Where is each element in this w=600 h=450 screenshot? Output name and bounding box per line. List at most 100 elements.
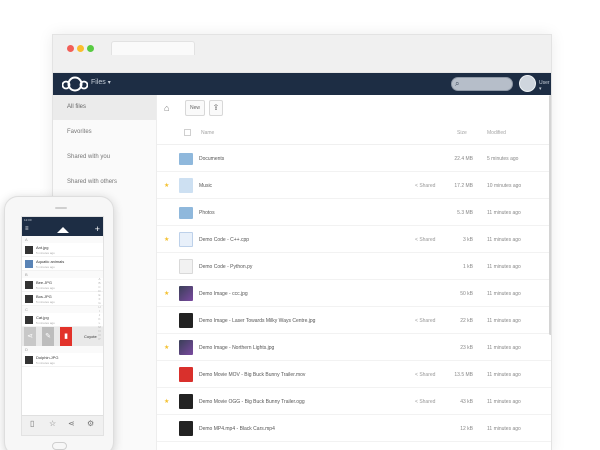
select-all-checkbox[interactable] <box>184 129 191 136</box>
section-header: B <box>22 271 103 278</box>
favorites-icon[interactable]: ☆ <box>49 419 56 428</box>
file-thumbnail <box>25 316 33 324</box>
search-input[interactable]: ⌕ <box>451 77 513 91</box>
file-modified: 5 minutes ago <box>487 156 519 162</box>
add-icon[interactable]: + <box>95 224 100 234</box>
column-header-modified[interactable]: Modified <box>487 130 506 136</box>
browser-tab[interactable] <box>111 41 195 55</box>
table-row[interactable]: Demo Movie MOV - Big Buck Bunny Trailer.… <box>157 361 551 388</box>
settings-icon[interactable]: ⚙ <box>87 419 94 428</box>
table-row[interactable]: Demo Code - Python.py 1 kB 11 minutes ago <box>157 253 551 280</box>
file-name[interactable]: Demo MP4.mp4 - Black Cars.mp4 <box>199 426 399 432</box>
rename-action-button[interactable]: ✎ <box>42 327 54 346</box>
file-subtitle: 5 minutes ago <box>36 361 55 365</box>
list-item[interactable]: Cat.jpg 5 minutes ago <box>22 313 103 327</box>
file-list-panel: ⌂ New ⇪ Name Size Modified Documents 22.4… <box>157 95 551 450</box>
swipe-actions: ⋖ ✎ ▮ Coyote <box>22 327 103 346</box>
share-action[interactable]: < Shared <box>415 399 435 405</box>
table-row[interactable]: Demo MP4.mp4 - Black Cars.mp4 12 kB 11 min… <box>157 415 551 442</box>
section-header: D <box>22 346 103 353</box>
table-row[interactable]: Documents 22.4 MB 5 minutes ago <box>157 145 551 172</box>
sidebar-item-shared-with-others[interactable]: Shared with others <box>53 170 156 195</box>
file-thumbnail <box>179 178 193 193</box>
phone-app-header: ≡ + <box>22 223 103 236</box>
sidebar-item-shared-with-you[interactable]: Shared with you <box>53 145 156 170</box>
app-logo-icon[interactable] <box>62 75 88 93</box>
app-menu[interactable]: Files ▾ <box>91 79 111 86</box>
menu-icon[interactable]: ≡ <box>25 226 29 232</box>
share-icon: < <box>415 399 418 405</box>
table-row[interactable]: ★ Demo Image - ccc.jpg 50 kB 11 minutes ago <box>157 280 551 307</box>
file-name[interactable]: Demo Code - Python.py <box>199 264 399 270</box>
new-button[interactable]: New <box>185 100 205 116</box>
phone-home-button[interactable] <box>52 442 67 450</box>
table-header: Name Size Modified <box>157 122 551 145</box>
column-header-size[interactable]: Size <box>457 130 467 136</box>
file-name[interactable]: Demo Image - Laser Towards Milky Ways Ce… <box>199 318 399 324</box>
file-name[interactable]: Demo Movie OGG - Big Buck Bunny Trailer.… <box>199 399 399 405</box>
share-icon: < <box>415 183 418 189</box>
file-thumbnail <box>179 313 193 328</box>
rename-icon: ✎ <box>45 333 51 340</box>
file-name[interactable]: Demo Code - C++.cpp <box>199 237 399 243</box>
star-icon[interactable]: ★ <box>164 290 169 297</box>
share-label: Shared <box>419 183 436 189</box>
share-icon: < <box>415 237 418 243</box>
list-item[interactable]: Bos.JPG 5 minutes ago <box>22 292 103 306</box>
file-size: 5.3 MB <box>457 210 473 216</box>
table-row[interactable]: ★ Demo Code - C++.cpp < Shared 3 kB 11 minut… <box>157 226 551 253</box>
minimize-window-dot[interactable] <box>77 45 84 52</box>
share-action[interactable]: < Shared <box>415 372 435 378</box>
phone-logo-icon <box>57 227 69 233</box>
file-thumbnail <box>25 295 33 303</box>
file-size: 23 kB <box>460 345 473 351</box>
file-modified: 11 minutes ago <box>487 345 521 351</box>
share-action[interactable]: < Shared <box>415 318 435 324</box>
upload-button[interactable]: ⇪ <box>209 100 223 116</box>
table-row[interactable]: ★ Demo Movie OGG - Big Buck Bunny Trailer… <box>157 388 551 415</box>
alphabet-index[interactable]: ABCDEFGHIJKLMNOP <box>98 277 101 357</box>
user-menu[interactable]: User ▾ <box>539 80 551 92</box>
close-window-dot[interactable] <box>67 45 74 52</box>
table-row[interactable]: ★ Demo Image - Northern Lights.jpg 23 kB 11… <box>157 334 551 361</box>
browser-window: Files ▾ ⌕ User ▾ All files Favorites Shar… <box>52 34 552 450</box>
scrollbar[interactable] <box>549 95 551 335</box>
table-row[interactable]: Demo Image - Laser Towards Milky Ways Ce… <box>157 307 551 334</box>
share-action-button[interactable]: ⋖ <box>24 327 36 346</box>
maximize-window-dot[interactable] <box>87 45 94 52</box>
file-name[interactable]: Demo Image - ccc.jpg <box>199 291 399 297</box>
share-action[interactable]: < Shared <box>415 183 435 189</box>
upload-icon: ⇪ <box>212 103 220 112</box>
file-name[interactable]: Photos <box>199 210 399 216</box>
section-header: A <box>22 236 103 243</box>
delete-action-button[interactable]: ▮ <box>60 327 72 346</box>
phone-bottom-nav: ▯ ☆ ⋖ ⚙ <box>22 415 103 435</box>
column-header-name[interactable]: Name <box>201 130 214 136</box>
sidebar-item-favorites[interactable]: Favorites <box>53 120 156 145</box>
file-subtitle: 5 minutes ago <box>36 300 55 304</box>
table-row[interactable]: ★ Music < Shared 17.2 MB 10 minutes ago <box>157 172 551 199</box>
file-name[interactable]: Documents <box>199 156 399 162</box>
home-icon[interactable]: ⌂ <box>164 103 169 113</box>
share-action[interactable]: < Shared <box>415 237 435 243</box>
star-icon[interactable]: ★ <box>164 398 169 405</box>
files-icon[interactable]: ▯ <box>30 419 34 428</box>
file-name[interactable]: Demo Movie MOV - Big Buck Bunny Trailer.… <box>199 372 399 378</box>
phone-time: 12:00 <box>24 218 32 222</box>
list-item[interactable]: Dolphin.JPG 5 minutes ago <box>22 353 103 367</box>
list-item[interactable]: Aquatic animals 5 minutes ago <box>22 257 103 271</box>
file-thumbnail <box>179 394 193 409</box>
avatar[interactable] <box>519 75 536 92</box>
star-icon[interactable]: ★ <box>164 182 169 189</box>
file-name[interactable]: Music <box>199 183 399 189</box>
file-name[interactable]: Demo Image - Northern Lights.jpg <box>199 345 399 351</box>
phone-mockup: 12:00 ≡ + A Ant.jpg 5 minutes ago Aquatic a… <box>4 196 114 450</box>
table-row[interactable]: Photos 5.3 MB 11 minutes ago <box>157 199 551 226</box>
share-icon[interactable]: ⋖ <box>68 419 75 428</box>
sidebar-item-all-files[interactable]: All files <box>53 95 156 120</box>
star-icon[interactable]: ★ <box>164 344 169 351</box>
file-thumbnail <box>179 421 193 436</box>
star-icon[interactable]: ★ <box>164 236 169 243</box>
list-item[interactable]: Bee.JPG 5 minutes ago <box>22 278 103 292</box>
list-item[interactable]: Ant.jpg 5 minutes ago <box>22 243 103 257</box>
